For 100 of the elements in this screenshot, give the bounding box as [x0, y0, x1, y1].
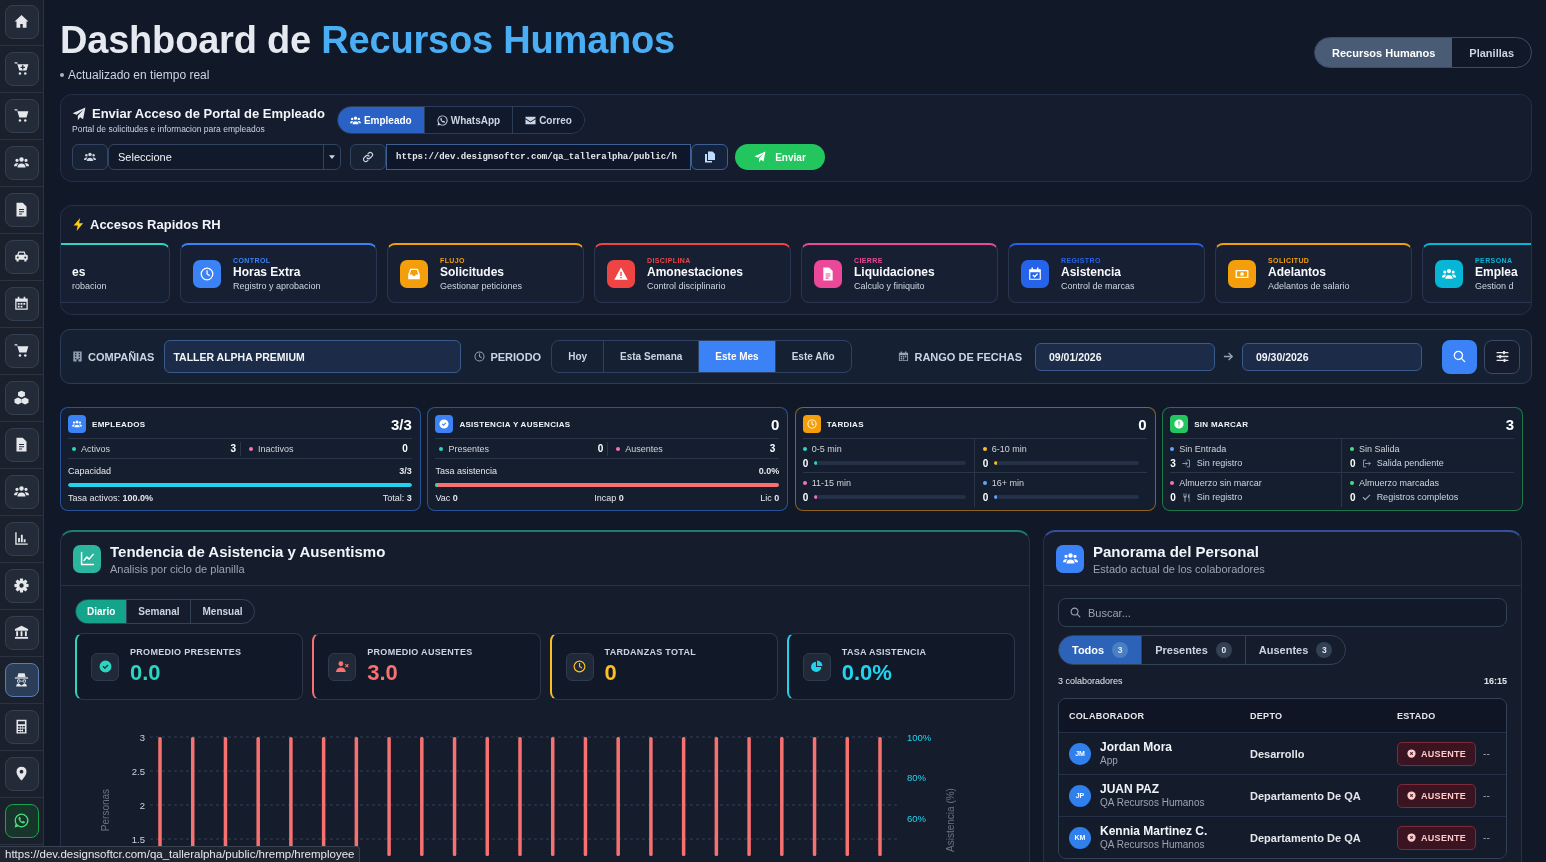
- channel-tab[interactable]: Empleado: [337, 107, 424, 133]
- shortcut-title: Liquidaciones: [854, 264, 935, 280]
- sidebar-button[interactable]: [4, 145, 39, 180]
- footer-stat: Incap 0: [594, 493, 624, 504]
- channel-tab[interactable]: Correo: [512, 107, 584, 133]
- sidebar-button[interactable]: [4, 521, 39, 556]
- shortcut-subtitle: Registro y aprobacion: [233, 279, 321, 292]
- sidebar-button[interactable]: [4, 192, 39, 227]
- building-icon: [72, 351, 83, 362]
- metric-value: 0: [982, 491, 989, 503]
- shortcut-card[interactable]: es robacion: [61, 243, 170, 303]
- search-field[interactable]: Buscar...: [1058, 598, 1507, 627]
- metric-value: 0: [402, 443, 408, 454]
- metric-value: 0: [1350, 457, 1356, 469]
- count-badge: 3: [1112, 642, 1129, 658]
- copy-icon: [703, 151, 716, 163]
- stat-title: EMPLEADOS: [92, 419, 146, 429]
- link-button[interactable]: [350, 144, 386, 170]
- metric-value: 3: [230, 443, 236, 454]
- period-tab[interactable]: Este Mes: [698, 341, 775, 372]
- sidebar-button[interactable]: [4, 427, 39, 462]
- home-icon: [14, 14, 29, 29]
- table-cell-text: Desarrollo: [1250, 747, 1306, 760]
- date-field[interactable]: 09/01/2026: [1035, 342, 1215, 371]
- check-icon: [1361, 492, 1371, 502]
- metric-label: Almuerzo marcadas: [1359, 477, 1440, 489]
- company-select[interactable]: TALLER ALPHA PREMIUM: [164, 340, 462, 373]
- table-cell: --: [1483, 748, 1490, 759]
- count-badge: 3: [1316, 642, 1333, 658]
- module-tab[interactable]: Recursos Humanos: [1315, 38, 1453, 67]
- portal-url-field[interactable]: https://dev.designsoftcr.com/qa_talleralpha/public/h: [386, 144, 691, 170]
- range-tab[interactable]: Mensual: [190, 600, 254, 623]
- link-preview-bar: https://dev.designsoftcr.com/qa_talleralpha/public/hremp/hremployee: [0, 846, 361, 862]
- shortcut-subtitle: Gestionar peticiones: [440, 279, 523, 292]
- kpi-value: 0: [604, 660, 618, 686]
- table-cell-text: Departamento De QA: [1250, 789, 1362, 802]
- clock-icon: [565, 652, 594, 681]
- sidebar-button[interactable]: [4, 333, 39, 368]
- metric-value: 0: [1350, 491, 1356, 503]
- utensils-icon: [1181, 492, 1191, 502]
- car-icon: [14, 249, 29, 264]
- sidebar-button[interactable]: [4, 756, 39, 791]
- kpi-label: TASA ASISTENCIA: [841, 647, 927, 658]
- copy-button[interactable]: [691, 144, 728, 170]
- kpi-value: 3.0: [367, 660, 399, 686]
- kpi-value: 0.0%: [841, 660, 893, 686]
- axis-title: Asistencia (%): [945, 788, 956, 852]
- document-icon: [14, 437, 29, 452]
- period-tab[interactable]: Hoy: [552, 341, 604, 372]
- filter-label: PERIODO: [490, 350, 542, 363]
- line-chart-icon: [73, 544, 101, 573]
- sidebar-button[interactable]: [4, 662, 39, 697]
- employee-select[interactable]: Seleccione: [108, 144, 341, 170]
- settings-icon: [14, 578, 29, 593]
- table-cell: --: [1483, 832, 1490, 843]
- sign-in-icon: [1181, 458, 1191, 468]
- sidebar-button[interactable]: [4, 239, 39, 274]
- filter-tab[interactable]: Ausentes 3: [1244, 636, 1346, 664]
- sidebar-button[interactable]: [4, 709, 39, 744]
- sidebar-button[interactable]: [4, 286, 39, 321]
- metric-value: 3: [1170, 457, 1176, 469]
- status-dot-icon: [60, 73, 64, 77]
- sidebar-button[interactable]: [4, 568, 39, 603]
- shortcut-subtitle: Adelantos de salario: [1268, 279, 1350, 292]
- paper-plane-icon: [754, 151, 767, 163]
- employee-group-button[interactable]: [72, 144, 108, 170]
- metric-value: 0: [982, 457, 989, 469]
- employee-name: Kennia Martinez C.: [1100, 824, 1208, 838]
- sidebar-button[interactable]: [4, 474, 39, 509]
- shortcut-subtitle: Control disciplinario: [647, 279, 727, 292]
- metric-label: Sin Salida: [1359, 443, 1400, 455]
- sidebar-button[interactable]: [4, 4, 39, 39]
- search-button[interactable]: [1442, 339, 1477, 374]
- metric-label: Almuerzo sin marcar: [1179, 477, 1262, 489]
- kpi-label: TARDANZAS TOTAL: [604, 647, 696, 658]
- status-text: AUSENTE: [1421, 832, 1467, 843]
- sidebar-button[interactable]: [4, 803, 39, 838]
- sidebar-button[interactable]: [4, 615, 39, 650]
- filter-tab[interactable]: Todos 3: [1059, 636, 1142, 664]
- period-tab[interactable]: Este Año: [774, 341, 851, 372]
- filter-label: COMPAÑIAS: [88, 350, 155, 363]
- table-cell: --: [1483, 790, 1490, 801]
- module-tab[interactable]: Planillas: [1452, 38, 1531, 67]
- column-header: COLABORADOR: [1069, 710, 1146, 721]
- range-tab[interactable]: Semanal: [126, 600, 191, 623]
- metric-value: 0: [1170, 491, 1176, 503]
- axis-tick-label: 1.5: [131, 833, 145, 845]
- filter-tab[interactable]: Presentes 0: [1141, 636, 1245, 664]
- date-field[interactable]: 09/30/2026: [1242, 342, 1422, 371]
- document-icon: [14, 202, 29, 217]
- metric-label: 6-10 min: [991, 443, 1027, 455]
- users-icon: [1056, 544, 1084, 573]
- sidebar-button[interactable]: [4, 98, 39, 133]
- lightning-icon: [72, 217, 85, 231]
- status-text: AUSENTE: [1421, 748, 1467, 759]
- filter-button[interactable]: [1484, 339, 1520, 374]
- sidebar-button[interactable]: [4, 380, 39, 415]
- users-icon: [14, 155, 29, 170]
- sidebar-button[interactable]: [4, 51, 39, 86]
- stat-title: TARDIAS: [826, 419, 864, 429]
